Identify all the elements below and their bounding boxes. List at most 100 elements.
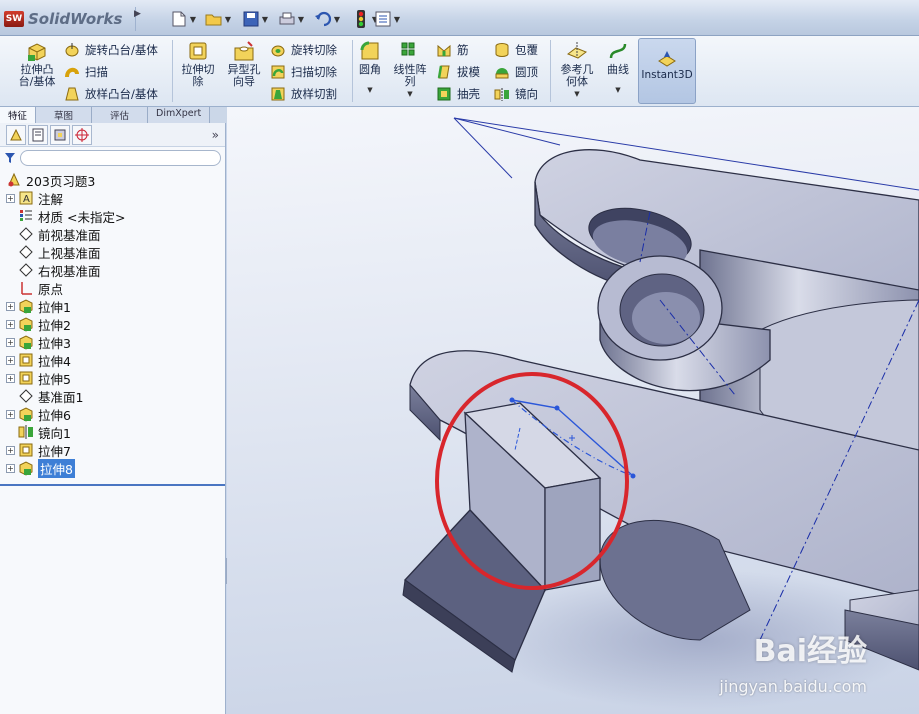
dimxpert-manager-tab[interactable] bbox=[72, 124, 92, 145]
hole-wizard-button[interactable]: 异型孔 向导 bbox=[222, 40, 266, 88]
tree-item[interactable]: + A 注解 bbox=[6, 189, 225, 207]
extrude-cut-button[interactable]: 拉伸切 除 bbox=[176, 40, 220, 88]
extrude-feature-icon bbox=[19, 299, 33, 314]
dome-label: 圆顶 bbox=[515, 65, 538, 79]
expand-toggle-icon[interactable]: + bbox=[6, 355, 15, 365]
reference-geometry-button[interactable]: 参考几 何体 ▼ bbox=[556, 40, 598, 100]
rib-label: 筋 bbox=[457, 43, 469, 57]
solidworks-logo[interactable]: SW SolidWorks bbox=[4, 7, 136, 31]
chevron-down-icon[interactable]: ▼ bbox=[392, 15, 402, 24]
graphics-area[interactable]: Bai经验 jingyan.baidu.com bbox=[227, 107, 919, 714]
expand-toggle-icon[interactable]: + bbox=[6, 445, 15, 455]
tree-item[interactable]: 材质 <未指定> bbox=[6, 207, 225, 225]
tree-item[interactable]: 镜向1 bbox=[6, 423, 225, 441]
instant3d-button[interactable]: Instant3D bbox=[638, 38, 696, 104]
tree-item[interactable]: + 拉伸8 bbox=[6, 458, 225, 478]
configuration-manager-tab[interactable] bbox=[50, 124, 70, 145]
draft-button[interactable]: 拔模 bbox=[436, 62, 480, 82]
tree-item[interactable]: 基准面1 bbox=[6, 387, 225, 405]
linear-pattern-button[interactable]: 线性阵 列 ▼ bbox=[388, 40, 432, 100]
tree-item[interactable]: + 拉伸6 bbox=[6, 405, 225, 423]
extrude-boss-button[interactable]: 拉伸凸 台/基体 bbox=[14, 40, 60, 88]
revolve-boss-button[interactable]: 旋转凸台/基体 bbox=[64, 40, 158, 60]
chevron-down-icon[interactable]: ▼ bbox=[367, 84, 372, 96]
undo-icon bbox=[314, 10, 332, 28]
tree-item[interactable]: 右视基准面 bbox=[6, 261, 225, 279]
tab-features[interactable]: 特征 bbox=[0, 107, 37, 123]
tab-dimxpert[interactable]: DimXpert bbox=[148, 107, 211, 123]
chevron-down-icon[interactable]: ▼ bbox=[223, 15, 233, 24]
lofted-cut-button[interactable]: 放样切割 bbox=[270, 84, 337, 104]
tree-item[interactable]: + 拉伸2 bbox=[6, 315, 225, 333]
feature-tree-icon bbox=[10, 128, 22, 140]
mirror-button[interactable]: 镜向 bbox=[494, 84, 538, 104]
tree-item[interactable]: + 拉伸4 bbox=[6, 351, 225, 369]
tree-item[interactable]: 上视基准面 bbox=[6, 243, 225, 261]
panel-expand-icon[interactable]: » bbox=[212, 128, 219, 142]
swept-cut-button[interactable]: 扫描切除 bbox=[270, 62, 337, 82]
undo-button[interactable]: ▼ bbox=[314, 8, 342, 30]
curves-label: 曲线 bbox=[607, 63, 629, 76]
rib-button[interactable]: 筋 bbox=[436, 40, 469, 60]
expand-toggle-icon[interactable]: + bbox=[6, 463, 15, 473]
tree-item[interactable]: 原点 bbox=[6, 279, 225, 297]
shell-button[interactable]: 抽壳 bbox=[436, 84, 480, 104]
feature-manager-tab[interactable] bbox=[6, 124, 26, 145]
sweep-button[interactable]: 扫描 bbox=[64, 62, 108, 82]
rollback-bar[interactable] bbox=[0, 484, 225, 486]
tree-item[interactable]: + 拉伸1 bbox=[6, 297, 225, 315]
expand-toggle-icon[interactable]: + bbox=[6, 193, 15, 203]
chevron-down-icon[interactable]: ▼ bbox=[615, 84, 620, 96]
tree-root[interactable]: 203页习题3 bbox=[6, 171, 225, 189]
fillet-button[interactable]: 圆角 ▼ bbox=[356, 40, 384, 96]
print-button[interactable]: ▼ bbox=[278, 8, 306, 30]
tab-sketch[interactable]: 草图 bbox=[36, 107, 93, 123]
tree-item-label: 镜向1 bbox=[38, 425, 71, 441]
save-button[interactable]: ▼ bbox=[242, 8, 270, 30]
tab-evaluate[interactable]: 评估 bbox=[92, 107, 149, 123]
expand-toggle-icon[interactable]: + bbox=[6, 337, 15, 347]
tree-item-label: 拉伸7 bbox=[38, 443, 71, 459]
curves-button[interactable]: 曲线 ▼ bbox=[602, 40, 634, 96]
revolve-cut-icon bbox=[271, 45, 285, 57]
manager-tabs: » bbox=[0, 123, 225, 147]
wrap-button[interactable]: 包覆 bbox=[494, 40, 538, 60]
new-document-button[interactable]: ▼ bbox=[170, 8, 198, 30]
tree-item-label: 右视基准面 bbox=[38, 263, 101, 279]
rib-icon bbox=[437, 44, 451, 57]
revolve-cut-button[interactable]: 旋转切除 bbox=[270, 40, 337, 60]
model-view bbox=[402, 117, 919, 710]
chevron-down-icon[interactable]: ▼ bbox=[407, 88, 412, 100]
chevron-down-icon[interactable]: ▼ bbox=[188, 15, 198, 24]
menu-expand-arrow[interactable]: ▶ bbox=[134, 9, 144, 29]
filter-input[interactable] bbox=[20, 150, 221, 166]
expand-toggle-icon[interactable]: + bbox=[6, 409, 15, 419]
filter-icon bbox=[5, 153, 15, 163]
tree-item-label: 基准面1 bbox=[38, 389, 84, 405]
hole-wizard-label: 异型孔 向导 bbox=[227, 63, 261, 88]
chevron-down-icon[interactable]: ▼ bbox=[332, 15, 342, 24]
options-button[interactable]: ▼ bbox=[374, 8, 402, 30]
expand-toggle-icon[interactable]: + bbox=[6, 301, 15, 311]
property-manager-tab[interactable] bbox=[28, 124, 48, 145]
expand-toggle-icon[interactable]: + bbox=[6, 373, 15, 383]
expand-toggle-icon[interactable]: + bbox=[6, 319, 15, 329]
sweep-label: 扫描 bbox=[85, 65, 108, 79]
tree-item[interactable]: + 拉伸7 bbox=[6, 441, 225, 459]
swept-cut-label: 扫描切除 bbox=[291, 65, 337, 79]
loft-boss-button[interactable]: 放样凸台/基体 bbox=[64, 84, 158, 104]
dome-button[interactable]: 圆顶 bbox=[494, 62, 538, 82]
tree-item-label: 拉伸1 bbox=[38, 299, 71, 315]
tree-item-label: 拉伸4 bbox=[38, 353, 71, 369]
tree-item-label: 拉伸6 bbox=[38, 407, 71, 423]
tree-item[interactable]: 前视基准面 bbox=[6, 225, 225, 243]
open-button[interactable]: ▼ bbox=[205, 8, 233, 30]
chevron-down-icon[interactable]: ▼ bbox=[296, 15, 306, 24]
tree-item[interactable]: + 拉伸3 bbox=[6, 333, 225, 351]
chevron-down-icon[interactable]: ▼ bbox=[260, 15, 270, 24]
chevron-down-icon[interactable]: ▼ bbox=[574, 88, 579, 100]
fillet-icon bbox=[360, 41, 379, 60]
swept-cut-icon bbox=[271, 65, 285, 79]
tree-item[interactable]: + 拉伸5 bbox=[6, 369, 225, 387]
tree-item-label: 材质 <未指定> bbox=[38, 209, 126, 225]
